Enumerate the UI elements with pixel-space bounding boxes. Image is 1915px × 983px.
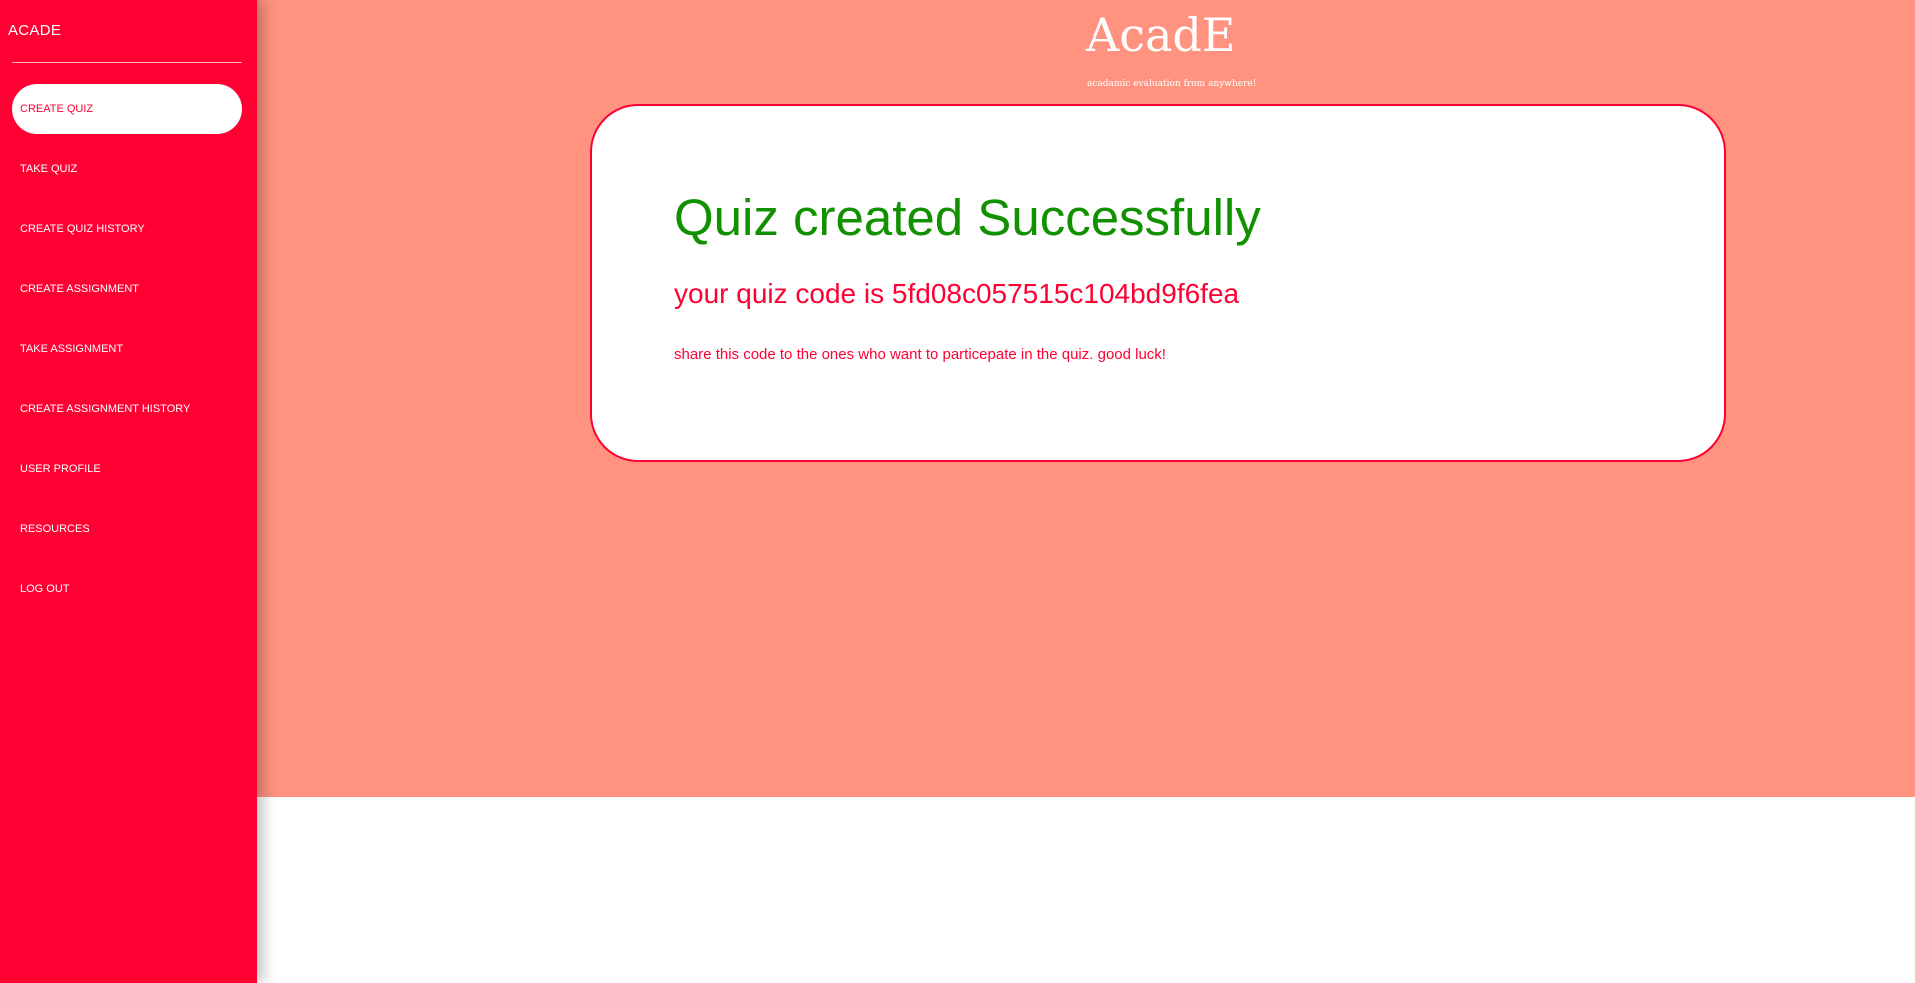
sidebar-nav: CREATE QUIZ TAKE QUIZ CREATE QUIZ HISTOR…: [0, 84, 257, 624]
sidebar-item-take-assignment[interactable]: TAKE ASSIGNMENT: [12, 324, 242, 374]
sidebar: ACADE CREATE QUIZ TAKE QUIZ CREATE QUIZ …: [0, 0, 257, 983]
sidebar-brand: ACADE: [8, 22, 62, 39]
sidebar-item-resources[interactable]: RESOURCES: [12, 504, 242, 554]
sidebar-item-log-out[interactable]: LOG OUT: [12, 564, 242, 614]
sidebar-item-user-profile[interactable]: USER PROFILE: [12, 444, 242, 494]
success-card: Quiz created Successfully your quiz code…: [590, 104, 1726, 462]
sidebar-item-create-assignment-history[interactable]: CREATE ASSIGNMENT HISTORY: [12, 384, 242, 434]
sidebar-item-create-quiz-history[interactable]: CREATE QUIZ HISTORY: [12, 204, 242, 254]
sidebar-item-create-quiz[interactable]: CREATE QUIZ: [12, 84, 242, 134]
sidebar-item-create-assignment[interactable]: CREATE ASSIGNMENT: [12, 264, 242, 314]
app-logo: AcadE: [1086, 8, 1236, 62]
success-title: Quiz created Successfully: [674, 189, 1261, 246]
app-tagline: acadamic evaluation from anywhere!: [1087, 79, 1257, 89]
quiz-code-text: your quiz code is 5fd08c057515c104bd9f6f…: [674, 278, 1240, 309]
sidebar-item-take-quiz[interactable]: TAKE QUIZ: [12, 144, 242, 194]
share-note: share this code to the ones who want to …: [674, 346, 1166, 363]
sidebar-divider: [12, 62, 242, 63]
